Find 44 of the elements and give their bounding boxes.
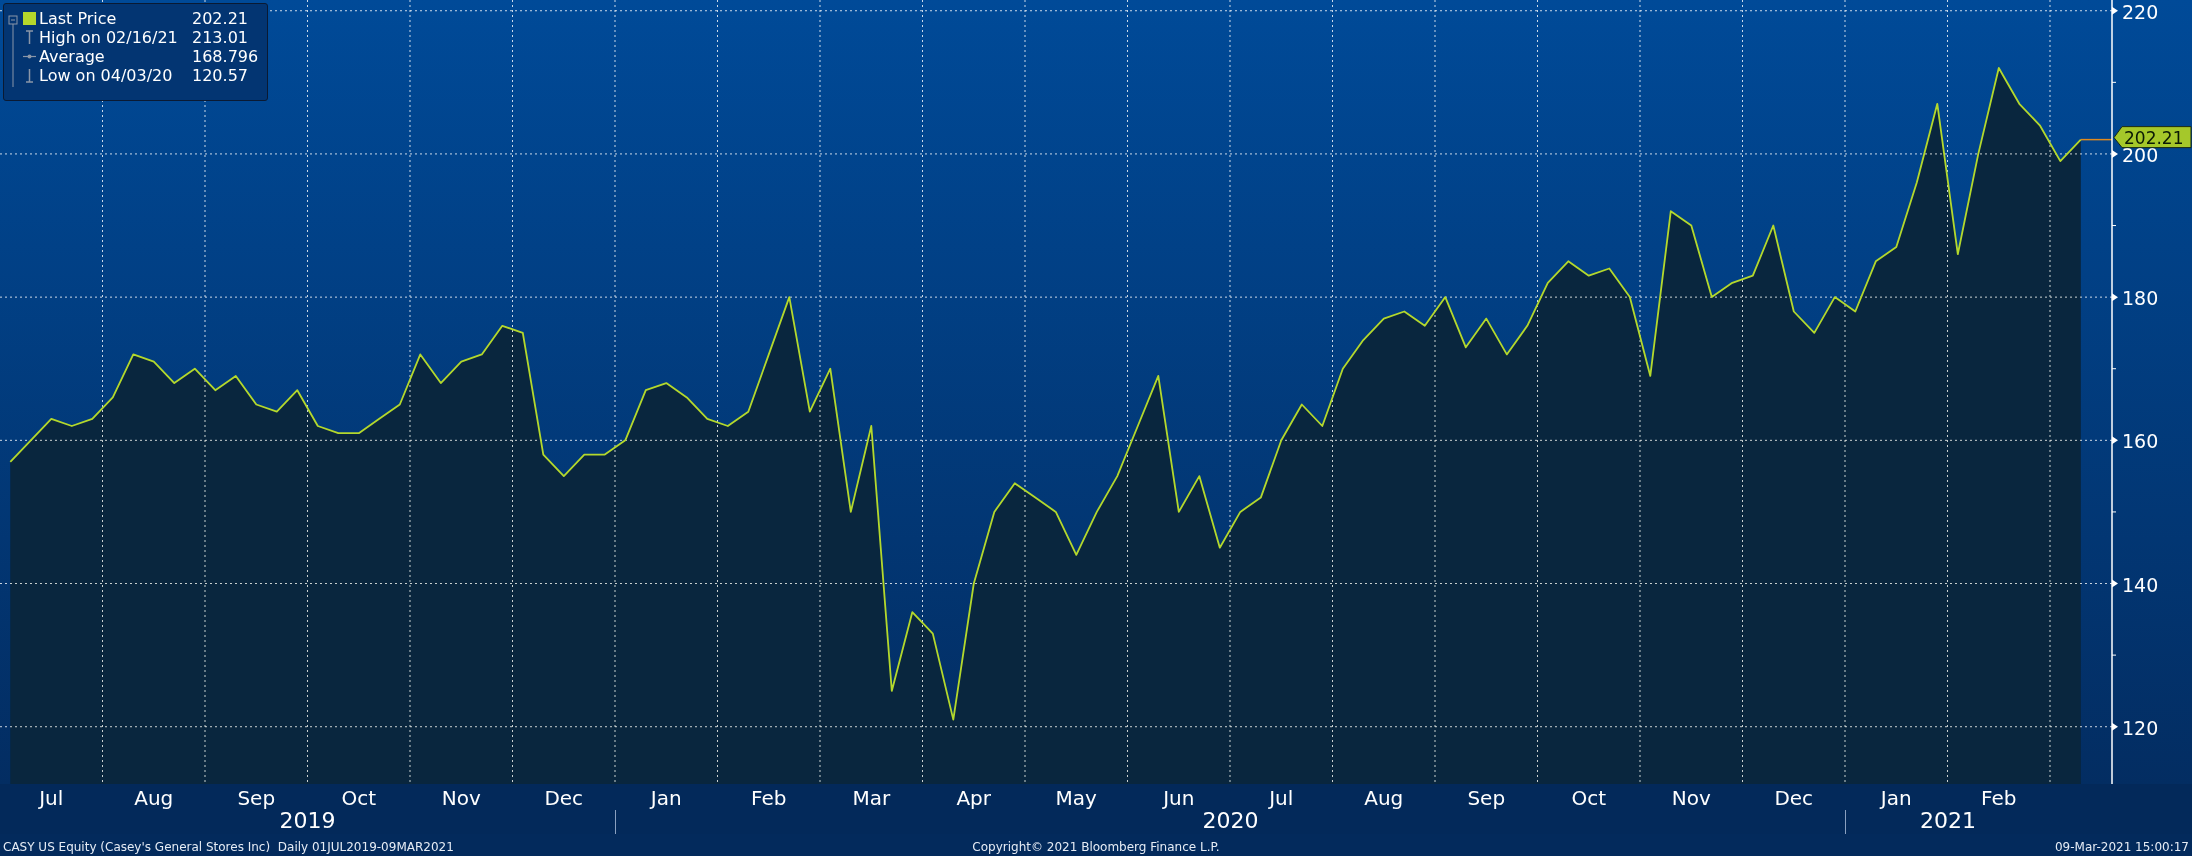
month-label: Jan [650,786,682,812]
month-label: May [1055,786,1097,812]
month-label: Jul [39,786,64,812]
month-label: Dec [1774,786,1814,812]
y-axis-label: 140 [2122,573,2159,596]
month-label: Sep [237,786,276,812]
high-marker-icon [23,30,36,45]
copyright-text: Copyright© 2021 Bloomberg Finance L.P. [972,839,1220,856]
legend-label: Average [39,47,106,66]
legend-value: 202.21 [192,9,248,28]
month-label: Jan [1880,786,1912,812]
y-axis-label: 180 [2122,287,2159,310]
timestamp: 09-Mar-2021 15:00:17 [2053,839,2189,856]
year-label: 2020 [1202,808,1259,834]
last-price-line [2080,138,2113,141]
month-label: Jul [1269,786,1294,812]
legend-label: High on 02/16/21 [39,28,179,47]
legend-value: 168.796 [192,47,259,66]
year-label: 2021 [1920,808,1976,834]
month-label: Feb [1981,786,2017,812]
month-label: Oct [341,786,377,812]
series-swatch [23,12,36,25]
y-axis-label: 220 [2122,0,2159,23]
security-description: CASY US Equity (Casey's General Stores Inc) Daily 01JUL2019-09MAR2021 [3,839,455,856]
month-label: Aug [1364,786,1404,812]
month-label: Nov [441,786,481,812]
month-label: Oct [1571,786,1607,812]
month-label: Feb [751,786,787,812]
legend-value: 213.01 [192,28,248,47]
legend-label: Low on 04/03/20 [39,66,174,85]
y-axis-label: 160 [2122,430,2159,453]
month-label: Nov [1671,786,1711,812]
month-label: Aug [134,786,174,812]
month-label: Apr [956,786,992,812]
month-label: Dec [544,786,584,812]
y-axis-label: 120 [2122,716,2159,739]
last-price-tag: 202.21 [2113,126,2192,149]
legend-label: Last Price [39,9,118,28]
month-label: Sep [1467,786,1506,812]
low-marker-icon [23,68,36,83]
year-label: 2019 [279,808,336,834]
month-label: Jun [1163,786,1195,812]
month-label: Mar [852,786,891,812]
legend-value: 120.57 [192,66,248,85]
